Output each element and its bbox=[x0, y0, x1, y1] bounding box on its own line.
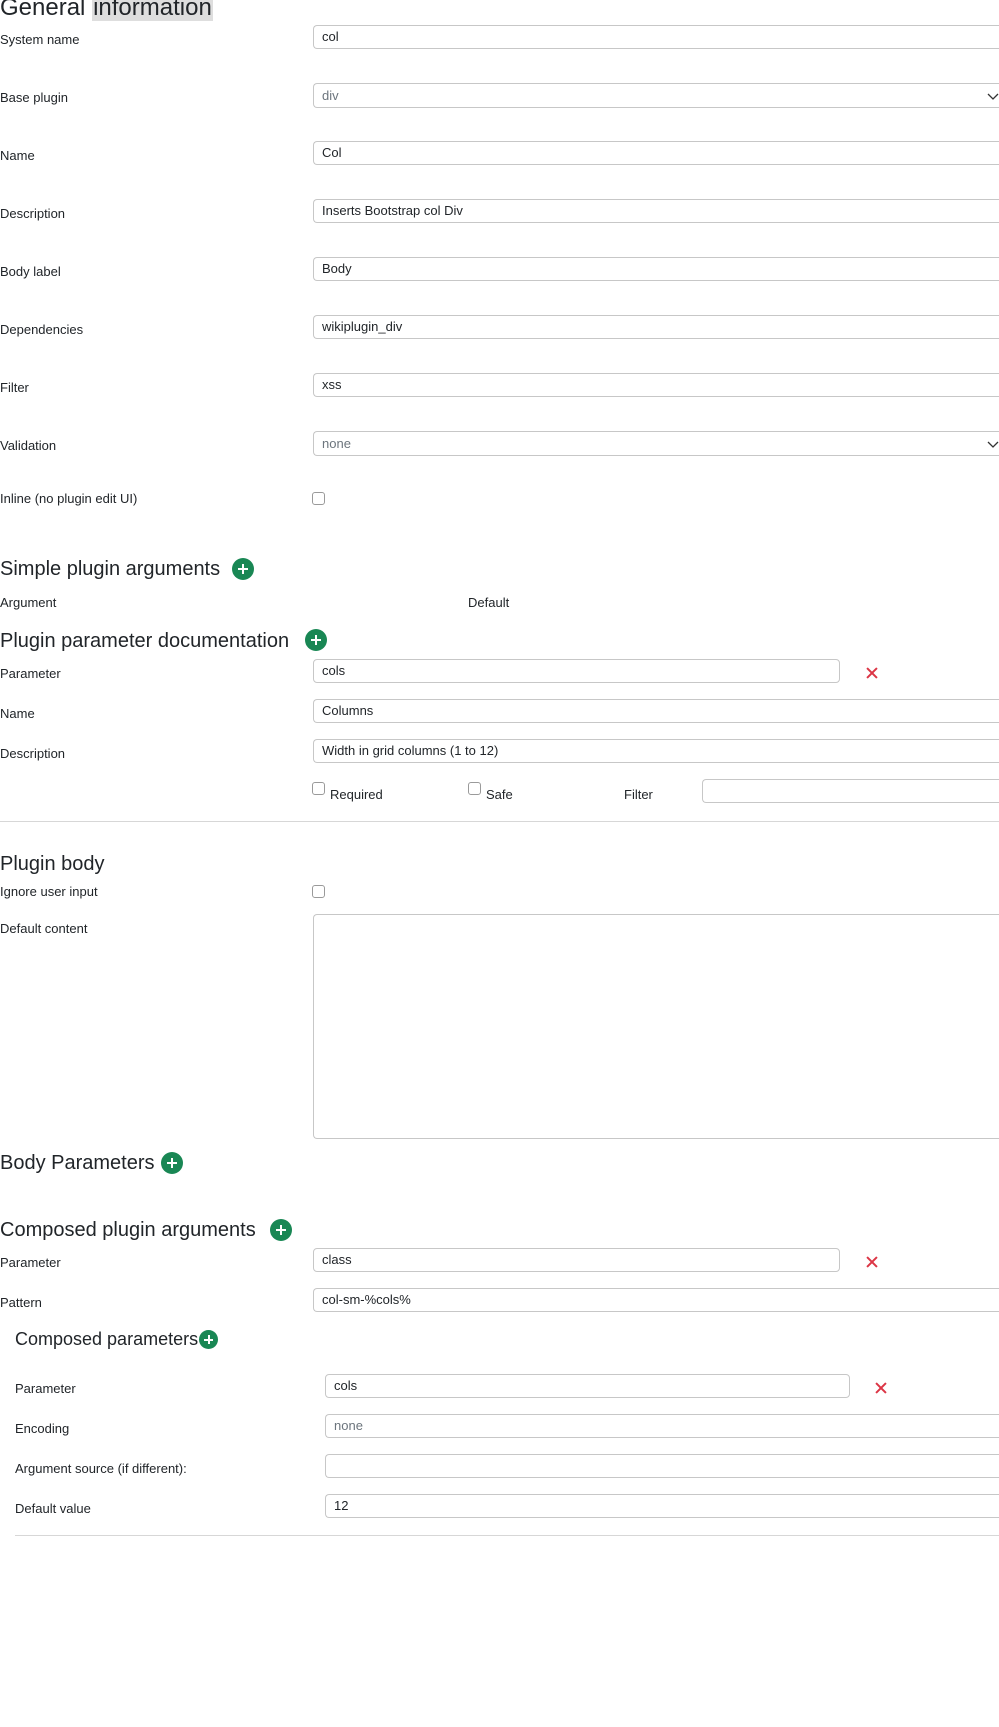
section-title-composed-params: Composed parameters bbox=[15, 1329, 199, 1349]
default-content-textarea[interactable] bbox=[313, 914, 999, 1139]
chevron-down-icon bbox=[987, 93, 999, 100]
cp-encoding-label: Encoding bbox=[15, 1421, 70, 1436]
validation-label: Validation bbox=[0, 438, 57, 453]
section-title-param-docs: Plugin parameter documentation bbox=[0, 630, 290, 652]
param-doc-parameter-input[interactable]: cols bbox=[313, 659, 840, 683]
cp-argsource-label: Argument source (if different): bbox=[15, 1461, 187, 1476]
safe-label: Safe bbox=[486, 787, 513, 802]
inline-checkbox[interactable] bbox=[312, 492, 325, 505]
safe-checkbox[interactable] bbox=[468, 782, 481, 795]
base-plugin-select[interactable]: div bbox=[313, 83, 999, 108]
section-title-general: General information bbox=[0, 0, 213, 22]
system-name-label: System name bbox=[0, 32, 80, 47]
dependencies-label: Dependencies bbox=[0, 322, 84, 337]
general-title-part1: General bbox=[0, 0, 86, 21]
chevron-down-icon bbox=[987, 441, 999, 448]
cp-default-input[interactable]: 12 bbox=[325, 1494, 999, 1518]
system-name-input[interactable]: col bbox=[313, 25, 999, 49]
ignore-user-input-checkbox[interactable] bbox=[312, 885, 325, 898]
validation-value: none bbox=[322, 436, 351, 451]
name-input[interactable]: Col bbox=[313, 141, 999, 165]
inline-label: Inline (no plugin edit UI) bbox=[0, 491, 138, 506]
base-plugin-label: Base plugin bbox=[0, 90, 68, 105]
base-plugin-value: div bbox=[322, 88, 339, 103]
param-doc-description-input[interactable]: Width in grid columns (1 to 12) bbox=[313, 739, 999, 763]
description-label: Description bbox=[0, 206, 66, 221]
section-title-simple-args: Simple plugin arguments bbox=[0, 558, 221, 580]
required-label: Required bbox=[330, 787, 383, 802]
filter-input[interactable]: xss bbox=[313, 373, 999, 397]
divider bbox=[15, 1535, 999, 1536]
required-checkbox[interactable] bbox=[312, 782, 325, 795]
add-parameter-doc-button[interactable] bbox=[305, 629, 327, 651]
cp-default-label: Default value bbox=[15, 1501, 91, 1516]
add-composed-parameter-button[interactable] bbox=[199, 1330, 218, 1349]
composed-parameter-input[interactable]: class bbox=[313, 1248, 840, 1272]
cp-parameter-label: Parameter bbox=[15, 1381, 76, 1396]
param-doc-name-label: Name bbox=[0, 706, 35, 721]
param-doc-filter-input[interactable] bbox=[702, 779, 999, 803]
ignore-user-input-label: Ignore user input bbox=[0, 884, 98, 899]
param-doc-filter-label: Filter bbox=[624, 787, 653, 802]
description-input[interactable]: Inserts Bootstrap col Div bbox=[313, 199, 999, 223]
name-label: Name bbox=[0, 148, 35, 163]
param-doc-parameter-label: Parameter bbox=[0, 666, 61, 681]
composed-parameter-label: Parameter bbox=[0, 1255, 61, 1270]
default-content-label: Default content bbox=[0, 921, 88, 936]
general-title-part2: information bbox=[92, 0, 213, 21]
cp-parameter-input[interactable]: cols bbox=[325, 1374, 850, 1398]
divider bbox=[0, 821, 999, 822]
argument-column-header: Argument bbox=[0, 595, 57, 610]
param-doc-description-label: Description bbox=[0, 746, 66, 761]
add-body-parameter-button[interactable] bbox=[161, 1152, 183, 1174]
add-simple-argument-button[interactable] bbox=[232, 558, 254, 580]
filter-label: Filter bbox=[0, 380, 29, 395]
pattern-input[interactable]: col-sm-%cols% bbox=[313, 1288, 999, 1312]
section-title-composed-args: Composed plugin arguments bbox=[0, 1219, 256, 1241]
remove-parameter-doc-icon[interactable] bbox=[866, 667, 878, 679]
remove-composed-parameter-icon[interactable] bbox=[875, 1382, 887, 1394]
cp-encoding-select[interactable]: none bbox=[325, 1414, 999, 1438]
param-doc-name-input[interactable]: Columns bbox=[313, 699, 999, 723]
validation-select[interactable]: none bbox=[313, 431, 999, 456]
pattern-label: Pattern bbox=[0, 1295, 42, 1310]
dependencies-input[interactable]: wikiplugin_div bbox=[313, 315, 999, 339]
body-label-input[interactable]: Body bbox=[313, 257, 999, 281]
default-column-header: Default bbox=[468, 595, 510, 610]
section-title-body-params: Body Parameters bbox=[0, 1152, 155, 1174]
body-label-label: Body label bbox=[0, 264, 61, 279]
remove-composed-argument-icon[interactable] bbox=[866, 1256, 878, 1268]
cp-argsource-input[interactable] bbox=[325, 1454, 999, 1478]
section-title-plugin-body: Plugin body bbox=[0, 853, 105, 875]
add-composed-argument-button[interactable] bbox=[270, 1219, 292, 1241]
